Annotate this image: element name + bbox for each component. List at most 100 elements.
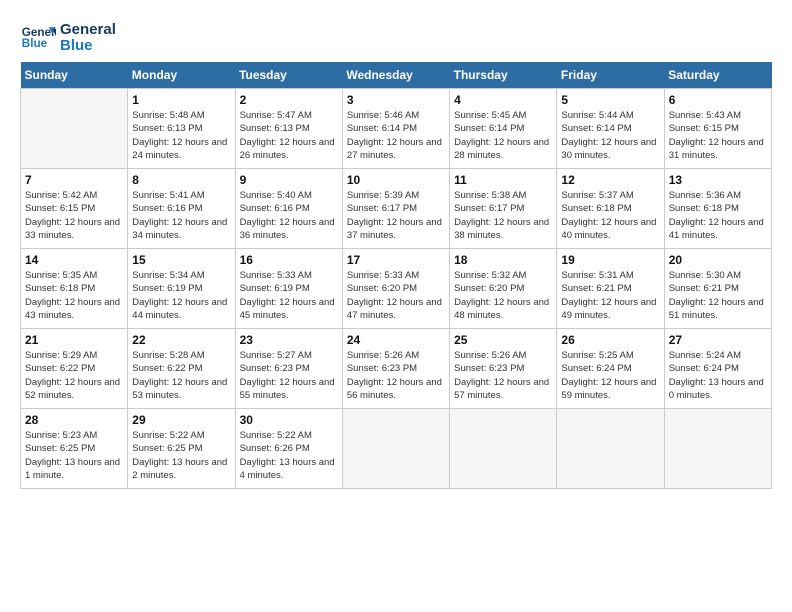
day-number: 2 [240, 93, 338, 107]
day-info: Sunrise: 5:22 AMSunset: 6:26 PMDaylight:… [240, 429, 338, 482]
calendar-cell [21, 89, 128, 169]
calendar-cell: 13 Sunrise: 5:36 AMSunset: 6:18 PMDayligh… [664, 169, 771, 249]
calendar-cell: 30Sunrise: 5:22 AMSunset: 6:26 PMDayligh… [235, 409, 342, 489]
day-number: 7 [25, 173, 123, 187]
day-info: Sunrise: 5:29 AMSunset: 6:22 PMDaylight:… [25, 349, 123, 402]
day-info: Sunrise: 5:47 AMSunset: 6:13 PMDaylight:… [240, 109, 338, 162]
day-info: Sunrise: 5:27 AMSunset: 6:23 PMDaylight:… [240, 349, 338, 402]
day-info: Sunrise: 5:25 AMSunset: 6:24 PMDaylight:… [561, 349, 659, 402]
logo-icon: General Blue [20, 20, 56, 56]
day-number: 29 [132, 413, 230, 427]
weekday-header-saturday: Saturday [664, 62, 771, 89]
calendar-cell: 2 Sunrise: 5:47 AMSunset: 6:13 PMDaylight… [235, 89, 342, 169]
day-info: Sunrise: 5:44 AMSunset: 6:14 PMDaylight:… [561, 109, 659, 162]
calendar-cell: 16 Sunrise: 5:33 AMSunset: 6:19 PMDayligh… [235, 249, 342, 329]
day-number: 3 [347, 93, 445, 107]
day-info: Sunrise: 5:36 AMSunset: 6:18 PMDaylight:… [669, 189, 767, 242]
logo: General Blue General Blue [20, 20, 116, 56]
calendar-cell: 1 Sunrise: 5:48 AMSunset: 6:13 PMDaylight… [128, 89, 235, 169]
calendar-week-row: 7 Sunrise: 5:42 AMSunset: 6:15 PMDaylight… [21, 169, 772, 249]
calendar-cell [342, 409, 449, 489]
weekday-header-row: SundayMondayTuesdayWednesdayThursdayFrid… [21, 62, 772, 89]
day-info: Sunrise: 5:39 AMSunset: 6:17 PMDaylight:… [347, 189, 445, 242]
logo-line2: Blue [60, 38, 116, 55]
calendar-cell [557, 409, 664, 489]
calendar-week-row: 28Sunrise: 5:23 AMSunset: 6:25 PMDayligh… [21, 409, 772, 489]
day-number: 6 [669, 93, 767, 107]
day-info: Sunrise: 5:26 AMSunset: 6:23 PMDaylight:… [454, 349, 552, 402]
logo-line1: General [60, 22, 116, 39]
calendar-cell [450, 409, 557, 489]
calendar-cell: 21Sunrise: 5:29 AMSunset: 6:22 PMDayligh… [21, 329, 128, 409]
day-info: Sunrise: 5:40 AMSunset: 6:16 PMDaylight:… [240, 189, 338, 242]
day-info: Sunrise: 5:34 AMSunset: 6:19 PMDaylight:… [132, 269, 230, 322]
calendar-cell: 5Sunrise: 5:44 AMSunset: 6:14 PMDaylight… [557, 89, 664, 169]
day-info: Sunrise: 5:48 AMSunset: 6:13 PMDaylight:… [132, 109, 230, 162]
calendar-cell: 26 Sunrise: 5:25 AMSunset: 6:24 PMDayligh… [557, 329, 664, 409]
calendar-cell: 7 Sunrise: 5:42 AMSunset: 6:15 PMDaylight… [21, 169, 128, 249]
page-header: General Blue General Blue [20, 20, 772, 56]
calendar-cell: 9 Sunrise: 5:40 AMSunset: 6:16 PMDaylight… [235, 169, 342, 249]
calendar-week-row: 14 Sunrise: 5:35 AMSunset: 6:18 PMDayligh… [21, 249, 772, 329]
day-number: 13 [669, 173, 767, 187]
day-number: 27 [669, 333, 767, 347]
day-number: 15 [132, 253, 230, 267]
day-number: 10 [347, 173, 445, 187]
calendar-cell: 23 Sunrise: 5:27 AMSunset: 6:23 PMDayligh… [235, 329, 342, 409]
day-number: 8 [132, 173, 230, 187]
day-number: 4 [454, 93, 552, 107]
calendar-cell: 22 Sunrise: 5:28 AMSunset: 6:22 PMDayligh… [128, 329, 235, 409]
calendar-cell: 15 Sunrise: 5:34 AMSunset: 6:19 PMDayligh… [128, 249, 235, 329]
day-info: Sunrise: 5:28 AMSunset: 6:22 PMDaylight:… [132, 349, 230, 402]
weekday-header-friday: Friday [557, 62, 664, 89]
day-number: 22 [132, 333, 230, 347]
calendar-cell: 14 Sunrise: 5:35 AMSunset: 6:18 PMDayligh… [21, 249, 128, 329]
day-info: Sunrise: 5:23 AMSunset: 6:25 PMDaylight:… [25, 429, 123, 482]
weekday-header-thursday: Thursday [450, 62, 557, 89]
calendar-cell: 6 Sunrise: 5:43 AMSunset: 6:15 PMDaylight… [664, 89, 771, 169]
day-info: Sunrise: 5:33 AMSunset: 6:20 PMDaylight:… [347, 269, 445, 322]
day-info: Sunrise: 5:26 AMSunset: 6:23 PMDaylight:… [347, 349, 445, 402]
calendar-cell: 25 Sunrise: 5:26 AMSunset: 6:23 PMDayligh… [450, 329, 557, 409]
day-number: 16 [240, 253, 338, 267]
day-info: Sunrise: 5:31 AMSunset: 6:21 PMDaylight:… [561, 269, 659, 322]
page-container: General Blue General Blue SundayMondayTu… [20, 20, 772, 489]
day-number: 14 [25, 253, 123, 267]
calendar-cell [664, 409, 771, 489]
day-info: Sunrise: 5:30 AMSunset: 6:21 PMDaylight:… [669, 269, 767, 322]
logo-text-block: General Blue [60, 22, 116, 55]
calendar-cell: 27 Sunrise: 5:24 AMSunset: 6:24 PMDayligh… [664, 329, 771, 409]
day-info: Sunrise: 5:46 AMSunset: 6:14 PMDaylight:… [347, 109, 445, 162]
calendar-cell: 12Sunrise: 5:37 AMSunset: 6:18 PMDayligh… [557, 169, 664, 249]
day-info: Sunrise: 5:42 AMSunset: 6:15 PMDaylight:… [25, 189, 123, 242]
day-number: 26 [561, 333, 659, 347]
day-number: 23 [240, 333, 338, 347]
day-info: Sunrise: 5:24 AMSunset: 6:24 PMDaylight:… [669, 349, 767, 402]
day-number: 25 [454, 333, 552, 347]
calendar-cell: 24 Sunrise: 5:26 AMSunset: 6:23 PMDayligh… [342, 329, 449, 409]
day-number: 17 [347, 253, 445, 267]
calendar-week-row: 1 Sunrise: 5:48 AMSunset: 6:13 PMDaylight… [21, 89, 772, 169]
weekday-header-sunday: Sunday [21, 62, 128, 89]
calendar-cell: 28Sunrise: 5:23 AMSunset: 6:25 PMDayligh… [21, 409, 128, 489]
calendar-cell: 3 Sunrise: 5:46 AMSunset: 6:14 PMDaylight… [342, 89, 449, 169]
day-info: Sunrise: 5:38 AMSunset: 6:17 PMDaylight:… [454, 189, 552, 242]
day-number: 9 [240, 173, 338, 187]
svg-text:Blue: Blue [22, 37, 48, 50]
day-info: Sunrise: 5:32 AMSunset: 6:20 PMDaylight:… [454, 269, 552, 322]
day-number: 24 [347, 333, 445, 347]
day-info: Sunrise: 5:35 AMSunset: 6:18 PMDaylight:… [25, 269, 123, 322]
calendar-cell: 19 Sunrise: 5:31 AMSunset: 6:21 PMDayligh… [557, 249, 664, 329]
calendar-cell: 18Sunrise: 5:32 AMSunset: 6:20 PMDayligh… [450, 249, 557, 329]
day-info: Sunrise: 5:41 AMSunset: 6:16 PMDaylight:… [132, 189, 230, 242]
day-info: Sunrise: 5:33 AMSunset: 6:19 PMDaylight:… [240, 269, 338, 322]
day-number: 1 [132, 93, 230, 107]
calendar-cell: 20 Sunrise: 5:30 AMSunset: 6:21 PMDayligh… [664, 249, 771, 329]
day-number: 20 [669, 253, 767, 267]
day-info: Sunrise: 5:45 AMSunset: 6:14 PMDaylight:… [454, 109, 552, 162]
day-number: 19 [561, 253, 659, 267]
day-info: Sunrise: 5:43 AMSunset: 6:15 PMDaylight:… [669, 109, 767, 162]
weekday-header-monday: Monday [128, 62, 235, 89]
day-info: Sunrise: 5:37 AMSunset: 6:18 PMDaylight:… [561, 189, 659, 242]
weekday-header-wednesday: Wednesday [342, 62, 449, 89]
